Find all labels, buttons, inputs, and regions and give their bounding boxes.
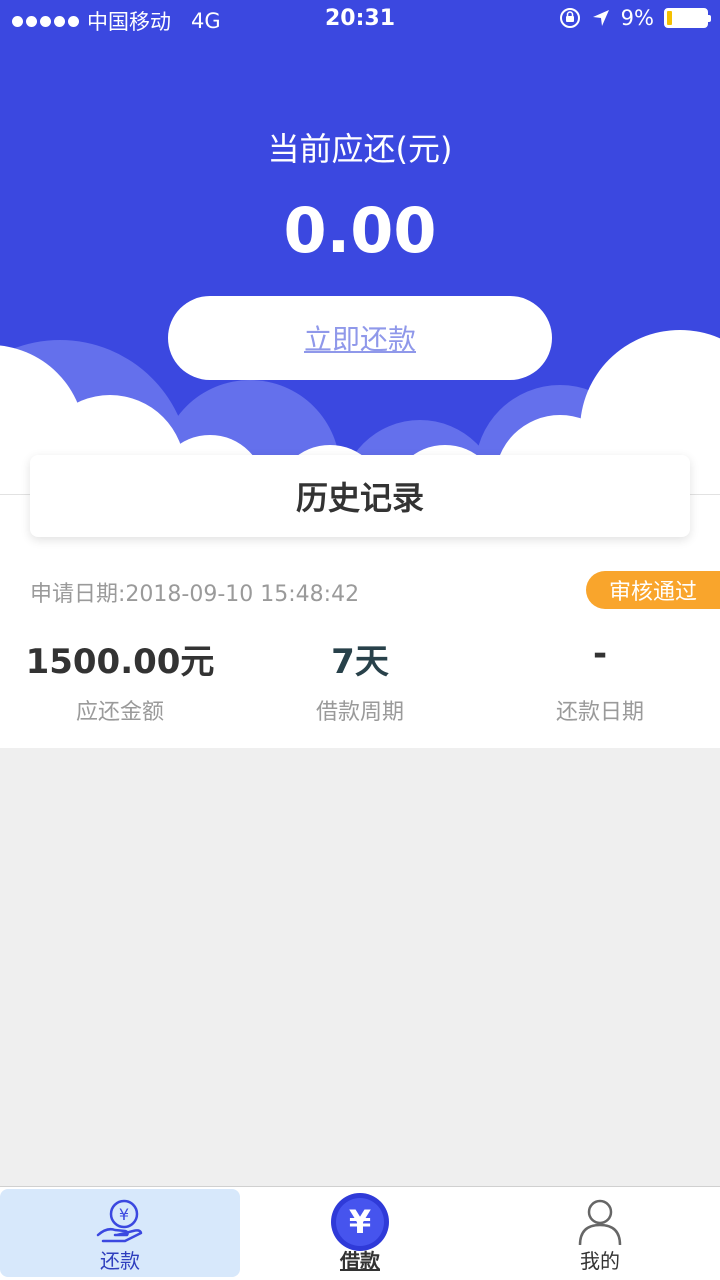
tab-mine[interactable]: 我的 (480, 1189, 720, 1277)
status-bar: 中国移动 4G 20:31 9% (0, 0, 720, 40)
tab-mine-label: 我的 (580, 1249, 620, 1273)
battery-icon (664, 8, 711, 28)
battery-percent: 9% (620, 6, 654, 30)
tab-borrow[interactable]: ¥ 借款 (240, 1189, 480, 1277)
loan-period-label: 借款周期 (315, 700, 404, 725)
repay-amount-value: 1500.00元 (25, 642, 215, 682)
rotation-lock-icon (559, 8, 580, 28)
history-title: 历史记录 (295, 479, 424, 517)
header-banner: 当前应还(元) 0.00 立即还款 (0, 0, 720, 495)
tab-borrow-label: 借款 (340, 1249, 380, 1273)
tab-bar: ¥ 还款 ¥ 借款 我的 (0, 1186, 720, 1280)
yen-circle-icon: ¥ (331, 1193, 389, 1251)
repay-date-label: 还款日期 (555, 700, 644, 725)
apply-date: 申请日期:2018-09-10 15:48:42 (30, 582, 360, 607)
tab-repay-label: 还款 (100, 1249, 140, 1273)
location-arrow-icon (592, 10, 609, 26)
history-header-card[interactable]: 历史记录 (30, 455, 690, 537)
repay-date-value: - (592, 634, 608, 674)
svg-text:¥: ¥ (119, 1205, 129, 1224)
due-amount-title: 当前应还(元) (267, 130, 453, 168)
status-badge: 审核通过 (586, 571, 720, 609)
svg-text:¥: ¥ (349, 1203, 371, 1241)
loan-period-value: 7天 (331, 642, 389, 682)
repay-now-button[interactable]: 立即还款 (168, 296, 552, 380)
person-icon (578, 1199, 622, 1246)
tab-repay[interactable]: ¥ 还款 (0, 1189, 240, 1277)
repay-hand-yen-icon: ¥ (96, 1199, 143, 1243)
repay-amount-label: 应还金额 (75, 700, 164, 725)
due-amount-value: 0.00 (283, 194, 437, 267)
